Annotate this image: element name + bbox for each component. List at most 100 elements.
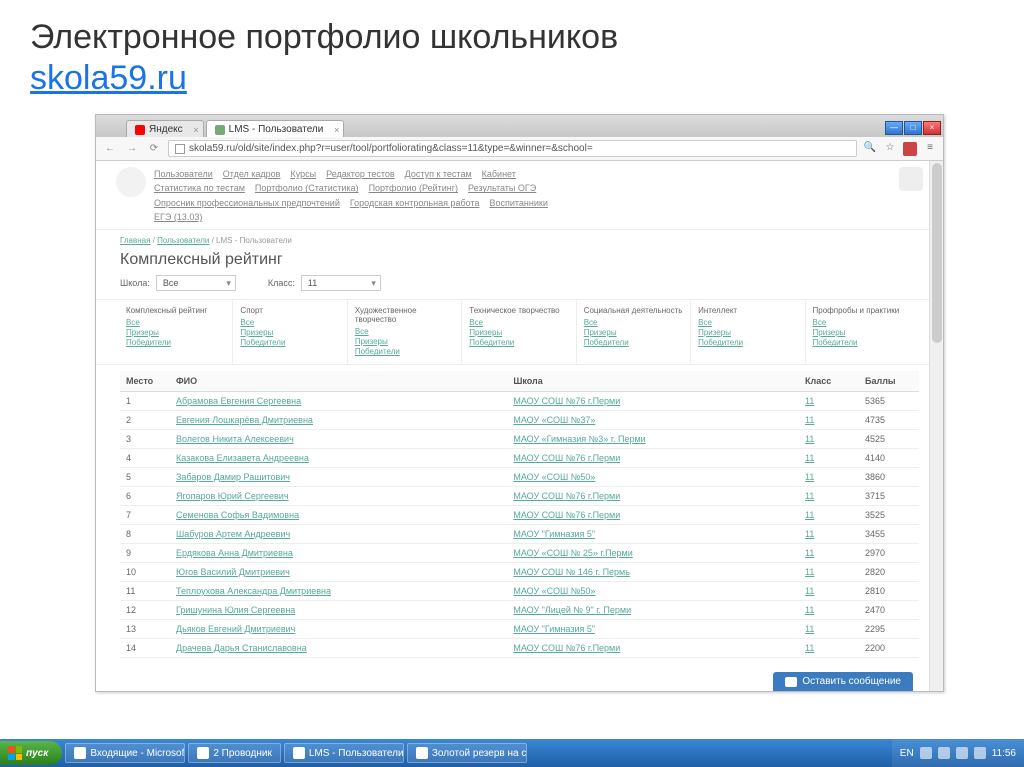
nav-link[interactable]: Результаты ОГЭ	[468, 183, 536, 193]
col-school[interactable]: Школа	[507, 371, 799, 392]
category-link[interactable]: Победители	[813, 338, 913, 348]
maximize-button[interactable]: □	[904, 121, 922, 135]
school-link[interactable]: МАОУ СОШ №76 г.Перми	[513, 453, 620, 463]
tray-icon[interactable]	[920, 747, 932, 759]
class-link[interactable]: 11	[805, 491, 814, 501]
student-link[interactable]: Шабуров Артем Андреевич	[176, 529, 290, 539]
school-link[interactable]: МАОУ «СОШ №37»	[513, 415, 595, 425]
category-link[interactable]: Победители	[584, 338, 684, 348]
bookmark-icon[interactable]: ☆	[883, 142, 897, 156]
category-link[interactable]: Победители	[469, 338, 569, 348]
taskbar-item[interactable]: Входящие - Microsof...	[65, 743, 185, 763]
category-link[interactable]: Призеры	[126, 328, 226, 338]
minimize-button[interactable]: —	[885, 121, 903, 135]
school-link[interactable]: МАОУ "Лицей № 9" г. Перми	[513, 605, 631, 615]
category-link[interactable]: Все	[698, 318, 798, 328]
category-link[interactable]: Все	[355, 327, 455, 337]
reload-button[interactable]: ⟳	[146, 141, 162, 157]
nav-link[interactable]: Портфолио (Статистика)	[255, 183, 359, 193]
browser-tab[interactable]: Яндекс ×	[126, 120, 204, 137]
nav-link[interactable]: Воспитанники	[489, 198, 547, 208]
school-link[interactable]: МАОУ «СОШ №50»	[513, 472, 595, 482]
class-link[interactable]: 11	[805, 586, 814, 596]
student-link[interactable]: Драчева Дарья Станиславовна	[176, 643, 307, 653]
school-dropdown[interactable]: Все	[156, 275, 236, 291]
category-link[interactable]: Все	[584, 318, 684, 328]
close-icon[interactable]: ×	[334, 125, 339, 135]
school-link[interactable]: МАОУ СОШ № 146 г. Пермь	[513, 567, 630, 577]
nav-link[interactable]: Пользователи	[154, 169, 213, 179]
category-link[interactable]: Призеры	[584, 328, 684, 338]
start-button[interactable]: пуск	[0, 741, 62, 765]
col-place[interactable]: Место	[120, 371, 170, 392]
class-link[interactable]: 11	[805, 643, 814, 653]
taskbar-item[interactable]: LMS - Пользователи...	[284, 743, 404, 763]
category-link[interactable]: Все	[126, 318, 226, 328]
nav-link[interactable]: Опросник профессиональных предпочтений	[154, 198, 340, 208]
nav-link[interactable]: Доступ к тестам	[405, 169, 472, 179]
back-button[interactable]: ←	[102, 141, 118, 157]
student-link[interactable]: Югов Василий Дмитриевич	[176, 567, 290, 577]
close-icon[interactable]: ×	[193, 125, 198, 135]
student-link[interactable]: Теплоухова Александра Дмитриевна	[176, 586, 331, 596]
school-link[interactable]: МАОУ "Гимназия 5"	[513, 529, 595, 539]
tray-clock[interactable]: 11:56	[992, 748, 1016, 759]
category-link[interactable]: Призеры	[355, 337, 455, 347]
class-link[interactable]: 11	[805, 548, 814, 558]
slide-link[interactable]: skola59.ru	[30, 59, 187, 97]
category-link[interactable]: Все	[813, 318, 913, 328]
class-link[interactable]: 11	[805, 624, 814, 634]
class-link[interactable]: 11	[805, 415, 814, 425]
school-link[interactable]: МАОУ СОШ №76 г.Перми	[513, 491, 620, 501]
zoom-icon[interactable]: 🔍	[863, 142, 877, 156]
school-link[interactable]: МАОУ СОШ №76 г.Перми	[513, 396, 620, 406]
site-logo[interactable]	[116, 167, 146, 197]
close-button[interactable]: ×	[923, 121, 941, 135]
class-link[interactable]: 11	[805, 510, 814, 520]
student-link[interactable]: Забаров Дамир Рашитович	[176, 472, 290, 482]
forward-button[interactable]: →	[124, 141, 140, 157]
category-link[interactable]: Победители	[355, 347, 455, 357]
student-link[interactable]: Ердякова Анна Дмитриевна	[176, 548, 293, 558]
user-avatar-icon[interactable]	[899, 167, 923, 191]
category-link[interactable]: Призеры	[813, 328, 913, 338]
tray-icon[interactable]	[938, 747, 950, 759]
nav-link[interactable]: Отдел кадров	[223, 169, 281, 179]
nav-link[interactable]: Кабинет	[482, 169, 516, 179]
school-link[interactable]: МАОУ СОШ №76 г.Перми	[513, 510, 620, 520]
class-link[interactable]: 11	[805, 472, 814, 482]
url-input[interactable]: skola59.ru/old/site/index.php?r=user/too…	[168, 140, 857, 157]
tray-icon[interactable]	[956, 747, 968, 759]
category-link[interactable]: Призеры	[469, 328, 569, 338]
school-link[interactable]: МАОУ СОШ №76 г.Перми	[513, 643, 620, 653]
breadcrumb-home[interactable]: Главная	[120, 236, 150, 245]
col-class[interactable]: Класс	[799, 371, 859, 392]
class-link[interactable]: 11	[805, 434, 814, 444]
school-link[interactable]: МАОУ "Гимназия 5"	[513, 624, 595, 634]
nav-link[interactable]: Городская контрольная работа	[350, 198, 480, 208]
class-link[interactable]: 11	[805, 567, 814, 577]
menu-icon[interactable]: ≡	[923, 142, 937, 156]
student-link[interactable]: Абрамова Евгения Сергеевна	[176, 396, 301, 406]
nav-link[interactable]: ЕГЭ (13.03)	[154, 212, 202, 222]
category-link[interactable]: Победители	[126, 338, 226, 348]
category-link[interactable]: Призеры	[698, 328, 798, 338]
school-link[interactable]: МАОУ «СОШ №50»	[513, 586, 595, 596]
ext-icon[interactable]	[903, 142, 917, 156]
taskbar-item[interactable]: 2 Проводник	[188, 743, 281, 763]
student-link[interactable]: Ягопаров Юрий Сергеевич	[176, 491, 289, 501]
nav-link[interactable]: Курсы	[290, 169, 316, 179]
scrollbar[interactable]	[929, 161, 943, 691]
col-fio[interactable]: ФИО	[170, 371, 507, 392]
class-link[interactable]: 11	[805, 396, 814, 406]
student-link[interactable]: Евгения Лошкарёва Дмитриевна	[176, 415, 313, 425]
nav-link[interactable]: Редактор тестов	[326, 169, 395, 179]
browser-tab-active[interactable]: LMS - Пользователи ×	[206, 120, 345, 137]
class-dropdown[interactable]: 11	[301, 275, 381, 291]
category-link[interactable]: Призеры	[240, 328, 340, 338]
student-link[interactable]: Гришунина Юлия Сергеевна	[176, 605, 295, 615]
category-link[interactable]: Все	[240, 318, 340, 328]
category-link[interactable]: Победители	[698, 338, 798, 348]
student-link[interactable]: Волегов Никита Алексеевич	[176, 434, 294, 444]
school-link[interactable]: МАОУ «СОШ № 25» г.Перми	[513, 548, 632, 558]
